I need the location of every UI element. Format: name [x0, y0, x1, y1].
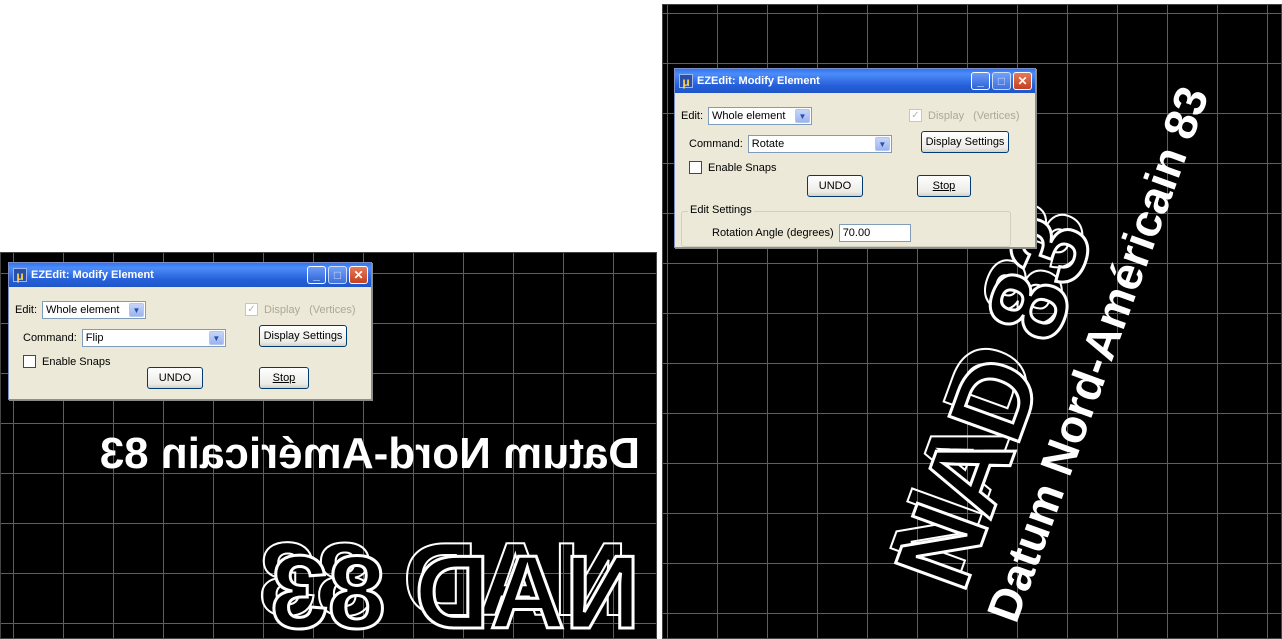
enable-snaps-row: Enable Snaps — [689, 161, 777, 174]
maximize-button[interactable]: □ — [992, 72, 1011, 90]
vertices-label: (Vertices) — [973, 109, 1020, 122]
display-checkbox[interactable]: ✓ — [245, 303, 258, 316]
command-select[interactable]: Rotate ▼ — [747, 135, 892, 153]
command-select-value: Flip — [85, 332, 104, 344]
chevron-down-icon[interactable]: ▼ — [874, 137, 890, 151]
edit-row: Edit: Whole element ▼ — [681, 107, 813, 125]
rotation-angle-label: Rotation Angle (degrees) — [712, 227, 834, 239]
minimize-button[interactable]: _ — [971, 72, 990, 90]
edit-row: Edit: Whole element ▼ — [15, 301, 147, 319]
display-settings-button[interactable]: Display Settings — [259, 325, 347, 347]
edit-settings-group: Edit Settings Rotation Angle (degrees) 7… — [681, 204, 1011, 247]
command-label: Command: — [689, 138, 743, 150]
display-row: ✓ Display (Vertices) — [909, 109, 1020, 122]
edit-label: Edit: — [681, 110, 704, 122]
app-icon: μ — [13, 268, 27, 283]
command-row: Command: Flip ▼ — [23, 329, 226, 347]
display-settings-button[interactable]: Display Settings — [921, 131, 1009, 153]
rotation-angle-row: Rotation Angle (degrees) 70.00 — [712, 224, 911, 242]
chevron-down-icon[interactable]: ▼ — [795, 109, 811, 123]
nad-text-flipped: NAD 83 — [270, 535, 640, 639]
maximize-button[interactable]: □ — [328, 266, 347, 284]
command-select[interactable]: Flip ▼ — [81, 329, 226, 347]
edit-select-value: Whole element — [46, 304, 120, 316]
command-label: Command: — [23, 332, 77, 344]
edit-settings-legend: Edit Settings — [688, 204, 754, 216]
dialog-title: EZEdit: Modify Element — [697, 75, 820, 87]
stop-button-label: Stop — [932, 180, 956, 192]
enable-snaps-label: Enable Snaps — [708, 161, 777, 174]
app-icon: μ — [679, 74, 693, 89]
vertices-label: (Vertices) — [309, 303, 356, 316]
rotation-angle-input[interactable]: 70.00 — [838, 224, 911, 242]
undo-button[interactable]: UNDO — [807, 175, 863, 197]
display-checkbox[interactable]: ✓ — [909, 109, 922, 122]
command-select-value: Rotate — [751, 138, 785, 150]
enable-snaps-row: Enable Snaps — [23, 355, 111, 368]
edit-select[interactable]: Whole element ▼ — [42, 301, 147, 319]
chevron-down-icon[interactable]: ▼ — [129, 303, 145, 317]
stop-button-label: Stop — [272, 372, 296, 384]
edit-label: Edit: — [15, 304, 38, 316]
enable-snaps-checkbox[interactable] — [689, 161, 702, 174]
display-label: Display — [928, 109, 965, 122]
enable-snaps-label: Enable Snaps — [42, 355, 111, 368]
display-row: ✓ Display (Vertices) — [245, 303, 356, 316]
dialog-title: EZEdit: Modify Element — [31, 269, 154, 281]
stop-button[interactable]: Stop — [259, 367, 309, 389]
undo-button[interactable]: UNDO — [147, 367, 203, 389]
ezedit-dialog-flip: μ EZEdit: Modify Element _ □ ✕ Edit: Who… — [8, 262, 372, 400]
close-button[interactable]: ✕ — [349, 266, 368, 284]
edit-select-value: Whole element — [712, 110, 786, 122]
title-bar[interactable]: μ EZEdit: Modify Element _ □ ✕ — [675, 69, 1035, 93]
close-button[interactable]: ✕ — [1013, 72, 1032, 90]
edit-select[interactable]: Whole element ▼ — [708, 107, 813, 125]
title-bar[interactable]: μ EZEdit: Modify Element _ □ ✕ — [9, 263, 371, 287]
ezedit-dialog-rotate: μ EZEdit: Modify Element _ □ ✕ Edit: Who… — [674, 68, 1036, 248]
stop-button[interactable]: Stop — [917, 175, 971, 197]
enable-snaps-checkbox[interactable] — [23, 355, 36, 368]
display-label: Display — [264, 303, 301, 316]
datum-text-flipped: Datum Nord-Américain 83 — [100, 429, 640, 478]
chevron-down-icon[interactable]: ▼ — [208, 331, 224, 345]
minimize-button[interactable]: _ — [307, 266, 326, 284]
command-row: Command: Rotate ▼ — [689, 135, 892, 153]
